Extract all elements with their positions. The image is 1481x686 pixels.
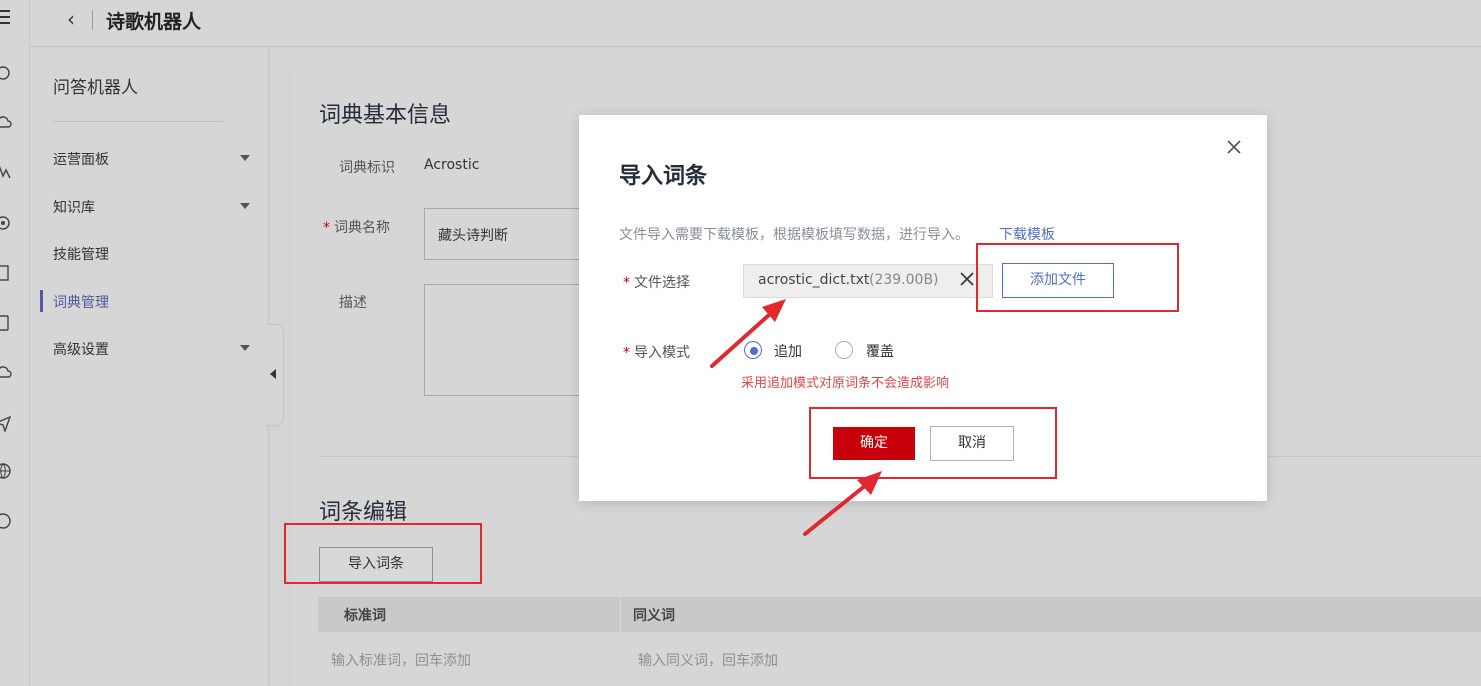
import-mode-label: * 导入模式 xyxy=(623,342,690,362)
menu-icon[interactable] xyxy=(0,8,12,26)
dict-id-label: 词典标识 xyxy=(339,160,395,176)
sidebar-item-dictionary[interactable]: 词典管理 xyxy=(53,292,109,312)
radio-selected-dot xyxy=(750,347,758,355)
column-synonym: 同义词 xyxy=(633,608,675,624)
sidebar-title: 问答机器人 xyxy=(53,78,138,98)
file-name: acrostic_dict.txt xyxy=(758,272,870,288)
highlight-add-file xyxy=(976,243,1179,312)
settings-icon[interactable] xyxy=(0,214,12,232)
import-hint: 文件导入需要下载模板，根据模板填写数据，进行导入。 xyxy=(619,227,969,243)
wave-icon[interactable] xyxy=(0,164,12,182)
file-select-label-text: 文件选择 xyxy=(634,275,690,291)
document-icon[interactable] xyxy=(0,264,12,282)
active-indicator xyxy=(40,290,43,312)
radio-overwrite-label[interactable]: 覆盖 xyxy=(866,341,894,361)
top-bar xyxy=(30,0,1481,47)
chat-icon[interactable] xyxy=(0,64,12,82)
file-select-label: * 文件选择 xyxy=(623,272,690,292)
dict-id-value: Acrostic xyxy=(424,157,480,173)
sidebar xyxy=(30,47,269,686)
import-mode-label-text: 导入模式 xyxy=(634,345,690,361)
column-standard-word: 标准词 xyxy=(344,608,386,624)
sidebar-item-operations[interactable]: 运营面板 xyxy=(53,149,109,169)
collapse-arrow-icon[interactable] xyxy=(270,369,276,379)
mode-warning-text: 采用追加模式对原词条不会造成影响 xyxy=(741,376,950,391)
dict-name-value: 藏头诗判断 xyxy=(438,228,508,244)
header-divider xyxy=(92,10,93,30)
cloud-outline-icon[interactable] xyxy=(0,364,12,382)
desc-label: 描述 xyxy=(339,295,367,311)
page-title: 诗歌机器人 xyxy=(106,11,202,33)
table-header xyxy=(318,597,1481,632)
dialog-title: 导入词条 xyxy=(619,164,708,189)
download-template-link[interactable]: 下载模板 xyxy=(999,224,1055,244)
required-mark: * xyxy=(323,220,330,236)
globe-icon[interactable] xyxy=(0,462,12,480)
dict-info-title: 词典基本信息 xyxy=(319,103,452,128)
synonym-input[interactable]: 输入同义词，回车添加 xyxy=(638,650,778,670)
required-mark: * xyxy=(623,345,630,361)
dict-name-label-text: 词典名称 xyxy=(334,220,390,236)
sidebar-divider xyxy=(53,121,223,122)
device-icon[interactable] xyxy=(0,314,12,332)
close-icon[interactable] xyxy=(1224,137,1244,157)
dict-name-label: * 词典名称 xyxy=(323,217,390,237)
chevron-down-icon[interactable] xyxy=(240,155,250,161)
cloud-icon[interactable] xyxy=(0,114,12,132)
desc-textarea[interactable] xyxy=(424,284,585,396)
highlight-confirm xyxy=(809,407,1057,479)
back-icon[interactable]: ‹ xyxy=(60,8,82,30)
column-divider xyxy=(620,597,621,632)
sidebar-item-advanced[interactable]: 高级设置 xyxy=(53,339,109,359)
entries-title: 词条编辑 xyxy=(319,500,408,525)
send-icon[interactable] xyxy=(0,414,12,432)
radio-overwrite[interactable] xyxy=(835,341,853,359)
chevron-down-icon[interactable] xyxy=(240,203,250,209)
sidebar-item-skills[interactable]: 技能管理 xyxy=(53,244,109,264)
standard-word-input[interactable]: 输入标准词，回车添加 xyxy=(331,650,471,670)
file-size: (239.00B) xyxy=(869,272,939,288)
sidebar-item-knowledge[interactable]: 知识库 xyxy=(53,197,95,217)
help-icon[interactable] xyxy=(0,512,12,530)
icon-rail xyxy=(0,0,30,686)
radio-append-label[interactable]: 追加 xyxy=(774,341,802,361)
remove-file-icon[interactable] xyxy=(959,271,975,287)
chevron-down-icon[interactable] xyxy=(240,345,250,351)
highlight-import-entries xyxy=(284,523,482,584)
required-mark: * xyxy=(623,275,630,291)
